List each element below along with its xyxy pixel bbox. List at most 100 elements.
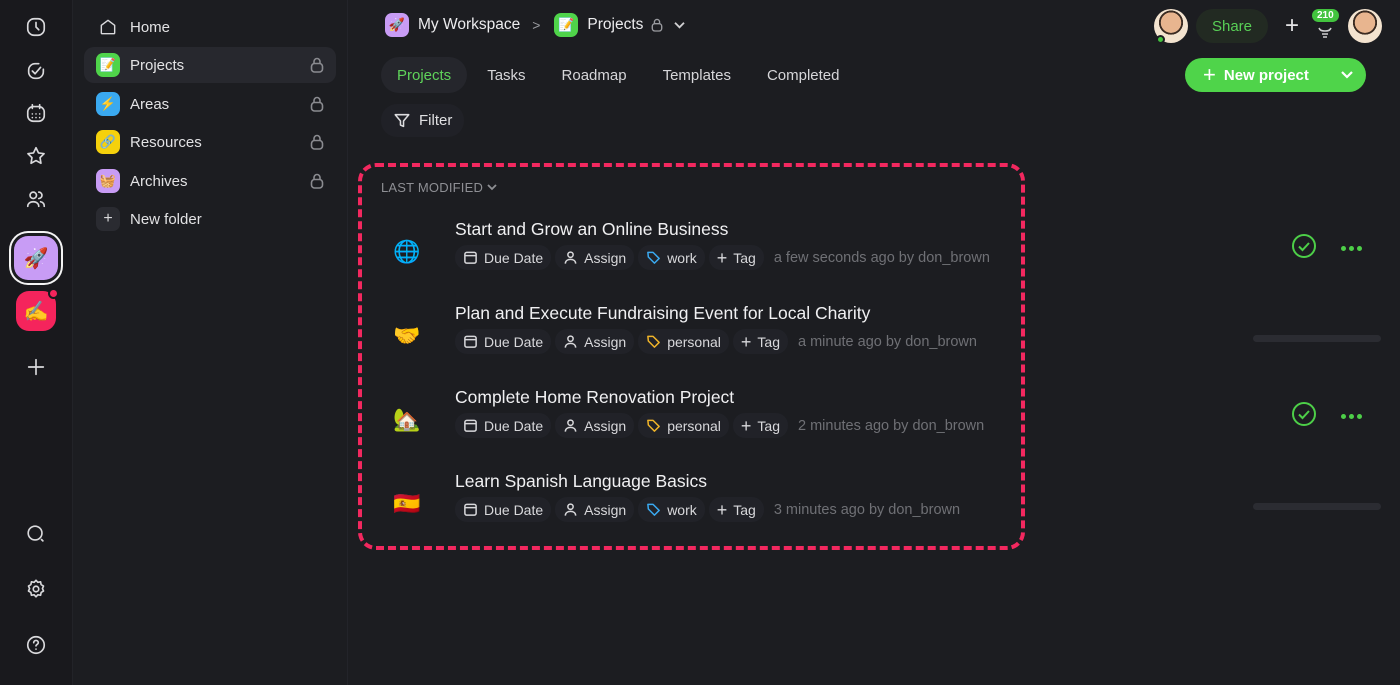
help-icon[interactable] xyxy=(24,633,48,657)
sort-label: LAST MODIFIED xyxy=(381,180,484,195)
share-button[interactable]: Share xyxy=(1195,9,1268,43)
modified-meta: a minute ago by don_brown xyxy=(797,333,977,350)
project-row[interactable]: 🌐 Start and Grow an Online Business Due … xyxy=(381,219,1381,289)
sidebar-item-home[interactable]: Home xyxy=(84,9,336,45)
header-actions: Share + 210 xyxy=(1153,9,1382,44)
project-title[interactable]: Start and Grow an Online Business xyxy=(455,219,728,240)
sidebar: Home 📝 Projects ⚡ Areas 🔗 Resources 🧺 Ar… xyxy=(73,0,348,685)
add-icon[interactable]: + xyxy=(1282,12,1302,40)
project-row[interactable]: 🤝 Plan and Execute Fundraising Event for… xyxy=(381,303,1381,373)
check-circle-icon[interactable] xyxy=(1291,401,1317,432)
sidebar-item-areas[interactable]: ⚡ Areas xyxy=(84,86,336,122)
due-date-label: Due Date xyxy=(484,249,544,266)
lock-icon xyxy=(310,173,324,189)
calendar-icon xyxy=(464,251,477,264)
tag-label: personal xyxy=(667,417,721,434)
row-actions xyxy=(1291,401,1381,432)
assign-label: Assign xyxy=(584,333,627,350)
sidebar-item-archives[interactable]: 🧺 Archives xyxy=(84,163,336,199)
check-circle-icon[interactable] xyxy=(24,59,48,83)
breadcrumb: 🚀 My Workspace > 📝 Projects xyxy=(385,13,686,37)
rocket-icon: 🚀 xyxy=(385,13,409,37)
new-folder-button[interactable]: + New folder xyxy=(84,201,336,237)
more-options-icon[interactable] xyxy=(1341,414,1362,419)
clock-icon[interactable] xyxy=(24,15,48,39)
breadcrumb-workspace[interactable]: My Workspace xyxy=(418,16,520,34)
modified-meta: 3 minutes ago by don_brown xyxy=(773,501,961,518)
main-content: 🚀 My Workspace > 📝 Projects Projects Tas… xyxy=(349,0,1400,685)
tag-chip[interactable]: personal xyxy=(638,329,729,354)
new-project-button[interactable]: + New project xyxy=(1185,58,1366,92)
sort-dropdown[interactable]: LAST MODIFIED xyxy=(381,180,497,195)
assign-chip[interactable]: Assign xyxy=(555,245,635,270)
more-options-icon[interactable] xyxy=(1341,246,1362,251)
breadcrumb-current[interactable]: Projects xyxy=(587,16,643,34)
plus-icon: + xyxy=(716,247,728,268)
new-project-label: New project xyxy=(1223,66,1309,84)
plus-icon: + xyxy=(740,415,752,436)
modified-meta: 2 minutes ago by don_brown xyxy=(797,417,985,434)
tag-chip[interactable]: work xyxy=(638,497,705,522)
assign-chip[interactable]: Assign xyxy=(555,329,635,354)
due-date-chip[interactable]: Due Date xyxy=(455,329,552,354)
collaborator-avatar[interactable] xyxy=(1153,9,1188,44)
sidebar-item-label: Projects xyxy=(130,56,185,74)
due-date-chip[interactable]: Due Date xyxy=(455,413,552,438)
tag-label: work xyxy=(667,501,697,518)
project-title[interactable]: Complete Home Renovation Project xyxy=(455,387,734,408)
gear-icon[interactable] xyxy=(24,577,48,601)
check-circle-icon[interactable] xyxy=(1291,233,1317,264)
calendar-icon[interactable] xyxy=(24,101,48,125)
project-chips: Due Date Assign work + Tag 3 minutes ago… xyxy=(455,497,960,522)
people-icon[interactable] xyxy=(24,187,48,211)
memo-icon: 📝 xyxy=(96,53,120,77)
tag-chip[interactable]: work xyxy=(638,245,705,270)
link-icon: 🔗 xyxy=(96,130,120,154)
sidebar-item-label: Archives xyxy=(130,172,188,190)
user-avatar[interactable] xyxy=(1348,9,1382,43)
search-icon[interactable] xyxy=(24,522,48,546)
notifications-button[interactable]: 210 xyxy=(1310,9,1340,43)
tab-tasks[interactable]: Tasks xyxy=(471,57,541,93)
project-row[interactable]: 🇪🇸 Learn Spanish Language Basics Due Dat… xyxy=(381,471,1381,541)
tag-chip[interactable]: personal xyxy=(638,413,729,438)
notification-badge: 210 xyxy=(1312,9,1339,22)
tab-roadmap[interactable]: Roadmap xyxy=(546,57,643,93)
modified-meta: a few seconds ago by don_brown xyxy=(773,249,990,266)
chevron-down-icon[interactable] xyxy=(673,21,686,30)
sidebar-item-label: Resources xyxy=(130,133,202,151)
tab-templates[interactable]: Templates xyxy=(647,57,747,93)
due-date-label: Due Date xyxy=(484,417,544,434)
sidebar-item-resources[interactable]: 🔗 Resources xyxy=(84,124,336,160)
workspace-button-my-workspace[interactable]: 🚀 xyxy=(14,236,58,280)
star-icon[interactable] xyxy=(24,144,48,168)
tab-completed[interactable]: Completed xyxy=(751,57,856,93)
assign-chip[interactable]: Assign xyxy=(555,413,635,438)
project-row[interactable]: 🏡 Complete Home Renovation Project Due D… xyxy=(381,387,1381,457)
plus-icon: + xyxy=(1203,62,1216,87)
add-tag-chip[interactable]: + Tag xyxy=(732,329,788,354)
add-tag-label: Tag xyxy=(733,501,756,518)
tag-label: personal xyxy=(667,333,721,350)
view-tabs: Projects Tasks Roadmap Templates Complet… xyxy=(381,57,856,93)
filter-button[interactable]: Filter xyxy=(381,104,465,137)
tab-projects[interactable]: Projects xyxy=(381,57,468,93)
add-workspace-icon[interactable] xyxy=(24,355,48,379)
project-emoji-icon: 🇪🇸 xyxy=(393,491,421,516)
due-date-chip[interactable]: Due Date xyxy=(455,245,552,270)
rocket-icon: 🚀 xyxy=(23,247,49,270)
project-chips: Due Date Assign personal + Tag a minute … xyxy=(455,329,977,354)
add-tag-chip[interactable]: + Tag xyxy=(708,245,764,270)
due-date-chip[interactable]: Due Date xyxy=(455,497,552,522)
assign-chip[interactable]: Assign xyxy=(555,497,635,522)
project-title[interactable]: Learn Spanish Language Basics xyxy=(455,471,707,492)
add-tag-chip[interactable]: + Tag xyxy=(708,497,764,522)
workspace-button-secondary[interactable]: ✍️ xyxy=(16,288,59,331)
calendar-icon xyxy=(464,419,477,432)
project-emoji-icon: 🏡 xyxy=(393,407,421,432)
project-title[interactable]: Plan and Execute Fundraising Event for L… xyxy=(455,303,870,324)
add-tag-chip[interactable]: + Tag xyxy=(732,413,788,438)
chevron-down-icon[interactable] xyxy=(1340,67,1354,84)
sidebar-item-projects[interactable]: 📝 Projects xyxy=(84,47,336,83)
tag-icon xyxy=(647,503,661,516)
